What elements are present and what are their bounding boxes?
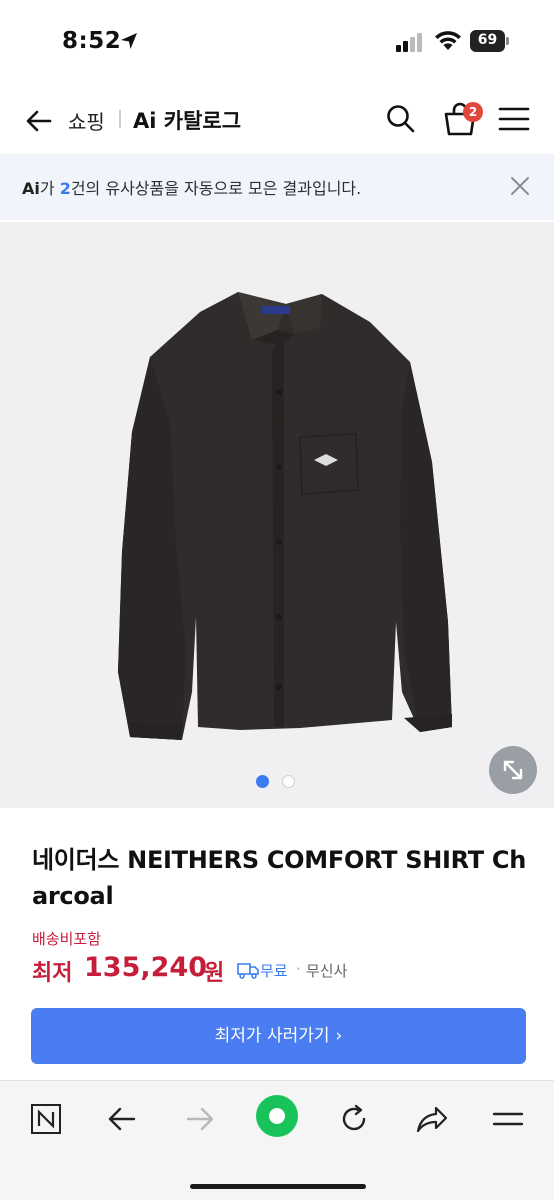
similar-count: 2 [59, 179, 71, 198]
pagination-dot[interactable] [282, 775, 295, 788]
app-header: 쇼핑 Ai 카탈로그 2 [0, 86, 554, 154]
hamburger-menu-icon[interactable] [498, 104, 530, 134]
wifi-icon [435, 31, 461, 50]
product-image [118, 292, 452, 740]
battery-level: 69 [477, 32, 498, 48]
cart-count-badge: 2 [463, 102, 483, 122]
search-icon[interactable] [384, 102, 418, 136]
truck-icon [237, 963, 259, 979]
ai-notice-bar: Ai가 2건의 유사상품을 자동으로 모은 결과입니다. [0, 154, 554, 220]
page-title: Ai 카탈로그 [133, 109, 242, 133]
product-image-gallery[interactable] [0, 222, 554, 808]
naver-n-icon[interactable] [24, 1097, 68, 1141]
free-delivery-label: 무료 [260, 962, 288, 980]
chevron-right-icon: › [335, 1026, 343, 1046]
currency-label: 원 [204, 961, 225, 986]
home-indicator[interactable] [190, 1184, 366, 1189]
status-bar: 8:52 69 [0, 0, 554, 86]
refresh-icon[interactable] [332, 1097, 376, 1141]
location-arrow-icon [121, 33, 137, 49]
green-home-icon[interactable] [254, 1093, 300, 1139]
back-arrow-icon[interactable] [20, 104, 54, 138]
ai-logo: Ai [22, 179, 40, 198]
signal-icon [396, 33, 422, 52]
shipping-included-note: 배송비포함 [32, 930, 102, 948]
browser-toolbar [0, 1080, 554, 1200]
menu-icon[interactable] [486, 1097, 530, 1141]
expand-icon [503, 760, 523, 780]
pagination-dot-active[interactable] [256, 775, 269, 788]
back-icon[interactable] [100, 1097, 144, 1141]
buy-button-label: 최저가 사러가기 [214, 1026, 330, 1046]
battery-icon: 69 [470, 30, 510, 52]
product-info: 네이더스 NEITHERS COMFORT SHIRT Charcoal 배송비… [0, 808, 554, 1078]
shopping-link[interactable]: 쇼핑 [68, 106, 105, 135]
separator-dot: · [296, 960, 301, 978]
header-divider [119, 110, 121, 128]
buy-lowest-price-button[interactable]: 최저가 사러가기 › [31, 1008, 526, 1064]
ai-notice-text: Ai가 2건의 유사상품을 자동으로 모은 결과입니다. [22, 179, 362, 198]
seller-name[interactable]: 무신사 [306, 960, 347, 981]
status-time: 8:52 [62, 28, 122, 54]
close-icon[interactable] [508, 174, 532, 198]
product-name: 네이더스 NEITHERS COMFORT SHIRT Charcoal [32, 846, 527, 910]
price-value: 135,240 [84, 952, 207, 983]
expand-image-button[interactable] [489, 746, 537, 794]
share-icon[interactable] [410, 1097, 454, 1141]
lowest-price-label: 최저 [32, 961, 73, 986]
forward-icon[interactable] [178, 1097, 222, 1141]
